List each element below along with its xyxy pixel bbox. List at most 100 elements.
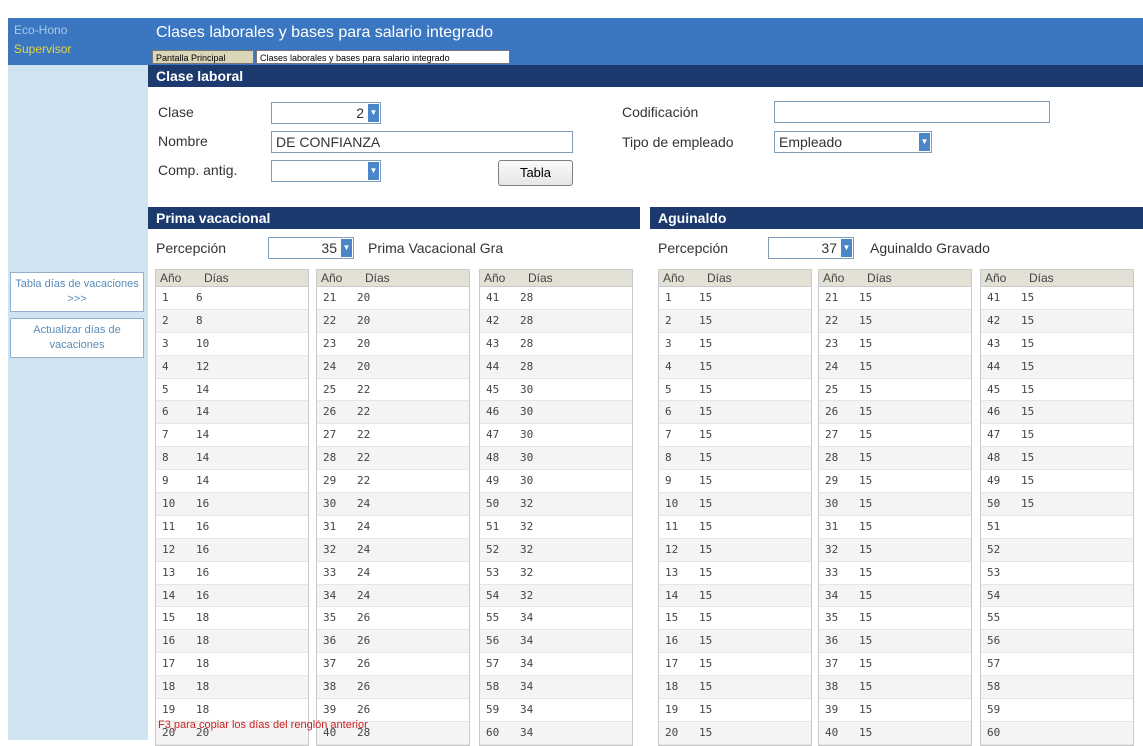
chevron-down-icon[interactable]: ▼ <box>368 162 379 180</box>
days-cell[interactable]: 20 <box>357 337 370 350</box>
days-cell[interactable]: 15 <box>859 680 872 693</box>
table-row[interactable]: 1 15 <box>659 287 811 310</box>
days-cell[interactable]: 15 <box>699 726 712 739</box>
table-row[interactable]: 13 15 <box>659 562 811 585</box>
days-cell[interactable]: 15 <box>699 703 712 716</box>
days-cell[interactable]: 15 <box>699 520 712 533</box>
days-cell[interactable]: 34 <box>520 657 533 670</box>
table-row[interactable]: 35 15 <box>819 607 971 631</box>
days-cell[interactable]: 15 <box>699 291 712 304</box>
table-row[interactable]: 51 32 <box>480 516 632 539</box>
table-row[interactable]: 55 <box>981 607 1133 631</box>
table-row[interactable]: 15 15 <box>659 607 811 631</box>
table-row[interactable]: 18 18 <box>156 676 308 700</box>
days-cell[interactable]: 16 <box>196 520 209 533</box>
days-cell[interactable]: 15 <box>699 474 712 487</box>
days-cell[interactable]: 14 <box>196 474 209 487</box>
table-row[interactable]: 53 32 <box>480 562 632 585</box>
tipo-empleado-select[interactable]: Empleado ▼ <box>774 131 932 153</box>
table-row[interactable]: 10 15 <box>659 493 811 516</box>
table-row[interactable]: 23 15 <box>819 333 971 356</box>
table-row[interactable]: 34 24 <box>317 584 469 608</box>
days-cell[interactable]: 15 <box>699 589 712 602</box>
table-row[interactable]: 54 32 <box>480 584 632 608</box>
table-row[interactable]: 31 15 <box>819 516 971 539</box>
days-cell[interactable]: 34 <box>520 726 533 739</box>
days-cell[interactable]: 32 <box>520 566 533 579</box>
table-row[interactable]: 37 26 <box>317 653 469 677</box>
table-row[interactable]: 27 22 <box>317 424 469 448</box>
table-row[interactable]: 38 15 <box>819 676 971 700</box>
table-row[interactable]: 49 15 <box>981 470 1133 494</box>
table-row[interactable]: 51 <box>981 516 1133 539</box>
aguinaldo-percepcion-select[interactable]: 37 ▼ <box>768 237 854 259</box>
days-cell[interactable]: 15 <box>859 589 872 602</box>
days-cell[interactable]: 10 <box>196 337 209 350</box>
table-row[interactable]: 35 26 <box>317 607 469 631</box>
days-cell[interactable]: 15 <box>699 451 712 464</box>
days-cell[interactable]: 15 <box>859 634 872 647</box>
table-row[interactable]: 27 15 <box>819 424 971 448</box>
days-cell[interactable]: 22 <box>357 405 370 418</box>
table-row[interactable]: 4 12 <box>156 355 308 379</box>
table-row[interactable]: 7 15 <box>659 424 811 448</box>
table-row[interactable]: 32 15 <box>819 538 971 562</box>
prima-grid-2[interactable]: Año Días 21 20 22 20 23 20 24 20 25 22 26 22 27 22 28 2… <box>316 269 470 746</box>
days-cell[interactable]: 6 <box>196 291 203 304</box>
table-row[interactable]: 22 20 <box>317 309 469 333</box>
aguinaldo-grid-3[interactable]: Año Días 41 15 42 15 43 15 44 15 45 15 46 15 47 15 48 1… <box>980 269 1134 746</box>
table-row[interactable]: 29 22 <box>317 470 469 494</box>
tab-labor-classes[interactable]: Clases laborales y bases para salario in… <box>256 50 510 64</box>
table-row[interactable]: 56 <box>981 630 1133 654</box>
table-row[interactable]: 15 18 <box>156 607 308 631</box>
table-row[interactable]: 39 15 <box>819 699 971 722</box>
table-row[interactable]: 24 20 <box>317 355 469 379</box>
days-cell[interactable]: 15 <box>1021 291 1034 304</box>
days-cell[interactable]: 28 <box>520 337 533 350</box>
days-cell[interactable]: 15 <box>699 657 712 670</box>
table-row[interactable]: 50 32 <box>480 493 632 516</box>
table-row[interactable]: 10 16 <box>156 493 308 516</box>
table-row[interactable]: 33 15 <box>819 562 971 585</box>
days-cell[interactable]: 15 <box>859 337 872 350</box>
days-cell[interactable]: 30 <box>520 405 533 418</box>
days-cell[interactable]: 18 <box>196 634 209 647</box>
days-cell[interactable]: 26 <box>357 657 370 670</box>
table-row[interactable]: 22 15 <box>819 309 971 333</box>
days-cell[interactable]: 15 <box>859 726 872 739</box>
table-row[interactable]: 46 30 <box>480 401 632 425</box>
table-row[interactable]: 60 34 <box>480 721 632 745</box>
days-cell[interactable]: 18 <box>196 703 209 716</box>
days-cell[interactable]: 20 <box>357 314 370 327</box>
table-row[interactable]: 55 34 <box>480 607 632 631</box>
days-cell[interactable]: 15 <box>859 405 872 418</box>
days-cell[interactable]: 24 <box>357 543 370 556</box>
clase-select[interactable]: 2 ▼ <box>271 102 381 124</box>
table-row[interactable]: 60 <box>981 721 1133 745</box>
days-cell[interactable]: 34 <box>520 680 533 693</box>
days-cell[interactable]: 15 <box>1021 497 1034 510</box>
table-row[interactable]: 48 30 <box>480 447 632 471</box>
days-cell[interactable]: 22 <box>357 383 370 396</box>
table-row[interactable]: 7 14 <box>156 424 308 448</box>
table-row[interactable]: 2 15 <box>659 309 811 333</box>
days-cell[interactable]: 18 <box>196 611 209 624</box>
days-cell[interactable]: 15 <box>859 383 872 396</box>
nombre-input[interactable]: DE CONFIANZA <box>271 131 573 153</box>
days-cell[interactable]: 32 <box>520 589 533 602</box>
days-cell[interactable]: 26 <box>357 611 370 624</box>
days-cell[interactable]: 15 <box>859 611 872 624</box>
table-row[interactable]: 43 15 <box>981 333 1133 356</box>
days-cell[interactable]: 15 <box>699 314 712 327</box>
table-row[interactable]: 8 14 <box>156 447 308 471</box>
table-row[interactable]: 25 15 <box>819 379 971 402</box>
days-cell[interactable]: 15 <box>699 337 712 350</box>
days-cell[interactable]: 15 <box>1021 360 1034 373</box>
days-cell[interactable]: 34 <box>520 634 533 647</box>
chevron-down-icon[interactable]: ▼ <box>841 239 852 257</box>
days-cell[interactable]: 15 <box>699 383 712 396</box>
table-row[interactable]: 19 15 <box>659 699 811 722</box>
days-cell[interactable]: 15 <box>1021 405 1034 418</box>
days-cell[interactable]: 16 <box>196 589 209 602</box>
table-row[interactable]: 52 32 <box>480 538 632 562</box>
